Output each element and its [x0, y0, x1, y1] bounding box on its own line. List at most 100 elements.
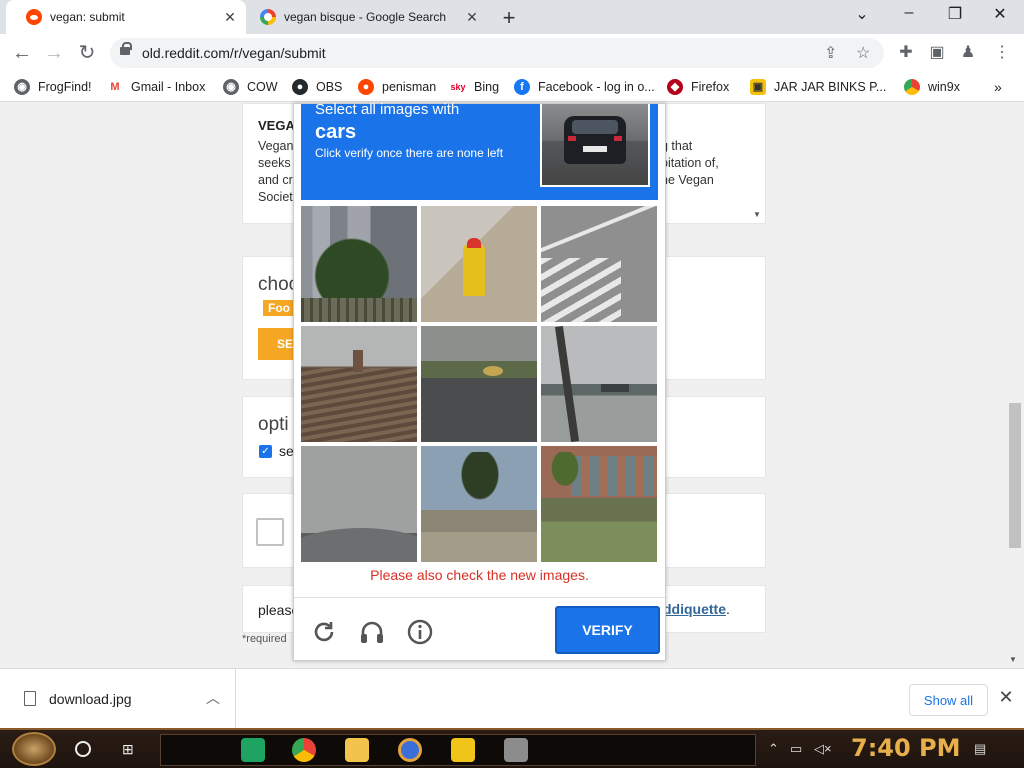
roof-shape — [301, 368, 417, 442]
chimney-shape — [353, 350, 363, 372]
menu-kebab-icon[interactable]: ⋮ — [992, 42, 1012, 62]
task-view-icon[interactable]: ⊞ — [122, 741, 140, 757]
reload-challenge-icon[interactable] — [310, 618, 338, 646]
tab-vegan-submit[interactable]: vegan: submit ✕ — [6, 0, 246, 34]
license-plate — [583, 146, 607, 152]
hydrant-cap — [467, 238, 481, 248]
tile-rooftop-chimney[interactable] — [301, 326, 417, 442]
close-tab-icon[interactable]: ✕ — [464, 9, 480, 25]
sidebar-scroll-down-icon[interactable]: ▼ — [753, 210, 761, 219]
challenge-object: cars — [315, 121, 357, 143]
tile-fire-hydrant[interactable] — [421, 206, 537, 322]
side-panel-icon[interactable]: ▣ — [927, 42, 947, 62]
forward-button[interactable]: → — [42, 41, 66, 65]
bookmark-obs[interactable]: ● OBS — [292, 78, 342, 96]
tray-chevron-icon[interactable]: ⌃ — [768, 741, 779, 757]
profile-avatar-icon[interactable]: ♟ — [958, 42, 978, 62]
network-icon[interactable]: ▭ — [790, 741, 802, 757]
car-shape — [564, 116, 626, 164]
sidebar-text-right: g that bitation of, he Vegan — [661, 138, 719, 189]
restore-button[interactable]: ❐ — [943, 4, 967, 24]
chevron-up-icon[interactable]: ︿ — [206, 688, 220, 708]
scroll-down-arrow-icon[interactable]: ▼ — [1009, 655, 1017, 664]
send-replies-checkbox[interactable]: ✓ — [259, 445, 272, 458]
boat-shape — [601, 384, 629, 392]
close-tab-icon[interactable]: ✕ — [222, 9, 238, 25]
scrollbar-track[interactable] — [1006, 103, 1024, 668]
bookmark-win9x[interactable]: win9x — [904, 78, 960, 96]
reddiquette-link[interactable]: ddiquette — [663, 601, 726, 617]
new-tab-button[interactable]: + — [498, 5, 520, 31]
screen: vegan: submit ✕ vegan bisque - Google Se… — [0, 0, 1024, 768]
globe-icon: ◉ — [223, 79, 239, 95]
bookmark-facebook[interactable]: f Facebook - log in o... — [514, 78, 655, 96]
bookmark-gmail[interactable]: M Gmail - Inbox — [107, 78, 205, 96]
start-button[interactable] — [12, 732, 56, 766]
tail-light — [614, 136, 622, 141]
clock-time[interactable]: 7:40 PM — [851, 734, 961, 762]
tile-house-with-palms[interactable] — [421, 446, 537, 562]
bookmarks-overflow-button[interactable]: » — [994, 78, 1002, 96]
file-icon — [24, 691, 36, 706]
minimize-button[interactable]: – — [897, 4, 921, 22]
tab-google-search[interactable]: vegan bisque - Google Search ✕ — [252, 0, 488, 34]
chrome-app-icon[interactable] — [292, 738, 316, 762]
tab-title: vegan bisque - Google Search — [284, 10, 447, 24]
reddit-favicon-icon — [26, 9, 42, 25]
bookmark-frogfind[interactable]: ◉ FrogFind! — [14, 78, 92, 96]
tile-road-with-birds[interactable] — [421, 326, 537, 442]
bookmark-label: penisman — [382, 80, 437, 94]
bookmark-jarjar[interactable]: ▣ JAR JAR BINKS P... — [750, 78, 886, 96]
bookmark-star-icon[interactable]: ☆ — [856, 43, 870, 63]
tile-building-with-palms[interactable] — [541, 446, 657, 562]
tile-building-with-tree[interactable] — [301, 206, 417, 322]
sheets-app-icon[interactable] — [241, 738, 265, 762]
tile-crosswalk[interactable] — [541, 206, 657, 322]
bookmark-bing[interactable]: sky Bing — [450, 78, 499, 96]
download-item[interactable]: download.jpg ︿ — [20, 669, 236, 729]
info-icon[interactable] — [406, 618, 434, 646]
volume-muted-icon[interactable]: ◁× — [814, 741, 832, 757]
bookmark-cow[interactable]: ◉ COW — [223, 78, 278, 96]
address-bar[interactable]: old.reddit.com/r/vegan/submit ⇪ ☆ — [110, 38, 884, 68]
bookmark-label: Facebook - log in o... — [538, 80, 655, 94]
bookmark-firefox[interactable]: ◆ Firefox — [667, 78, 729, 96]
extensions-puzzle-icon[interactable]: ✚ — [896, 42, 916, 62]
close-download-shelf-icon[interactable]: ✕ — [997, 687, 1015, 708]
car-window — [572, 120, 618, 134]
share-icon[interactable]: ⇪ — [824, 43, 837, 63]
audio-challenge-headphones-icon[interactable] — [358, 618, 386, 646]
search-circle-icon[interactable] — [75, 741, 91, 757]
browser-app-icon[interactable] — [398, 738, 422, 762]
file-explorer-icon[interactable] — [345, 738, 369, 762]
recaptcha-checkbox[interactable] — [256, 518, 284, 546]
github-icon: ● — [292, 79, 308, 95]
bookmark-label: Gmail - Inbox — [131, 80, 206, 94]
tail-light — [568, 136, 576, 141]
tab-strip: vegan: submit ✕ vegan bisque - Google Se… — [0, 0, 1024, 34]
tile-waterfront-crane[interactable] — [541, 326, 657, 442]
text-line: and cr — [258, 173, 293, 187]
challenge-error-message: Please also check the new images. — [370, 567, 589, 583]
tab-search-chevron-icon[interactable]: ⌄ — [850, 4, 874, 24]
notification-icon[interactable]: ▤ — [974, 741, 986, 757]
bird-shape — [483, 366, 503, 376]
close-window-button[interactable]: ✕ — [988, 4, 1012, 24]
masks-app-icon[interactable] — [504, 738, 528, 762]
sticky-notes-icon[interactable] — [451, 738, 475, 762]
bookmark-penisman[interactable]: ● penisman — [358, 78, 436, 96]
taskbar-apps — [160, 734, 756, 766]
firefox-icon: ◆ — [667, 79, 683, 95]
lock-icon[interactable] — [120, 42, 132, 55]
text-line: seeks — [258, 156, 291, 170]
verify-button[interactable]: VERIFY — [555, 606, 660, 654]
show-all-button[interactable]: Show all — [909, 684, 988, 716]
reload-button[interactable]: ↻ — [75, 41, 99, 65]
challenge-header: Select all images with cars Click verify… — [301, 101, 658, 200]
sample-car-image — [540, 104, 650, 187]
bookmark-label: Firefox — [691, 80, 730, 94]
back-button[interactable]: ← — [10, 41, 34, 65]
tile-cloudy-sky[interactable] — [301, 446, 417, 562]
scrollbar-thumb[interactable] — [1009, 403, 1021, 548]
image-grid — [301, 206, 658, 562]
